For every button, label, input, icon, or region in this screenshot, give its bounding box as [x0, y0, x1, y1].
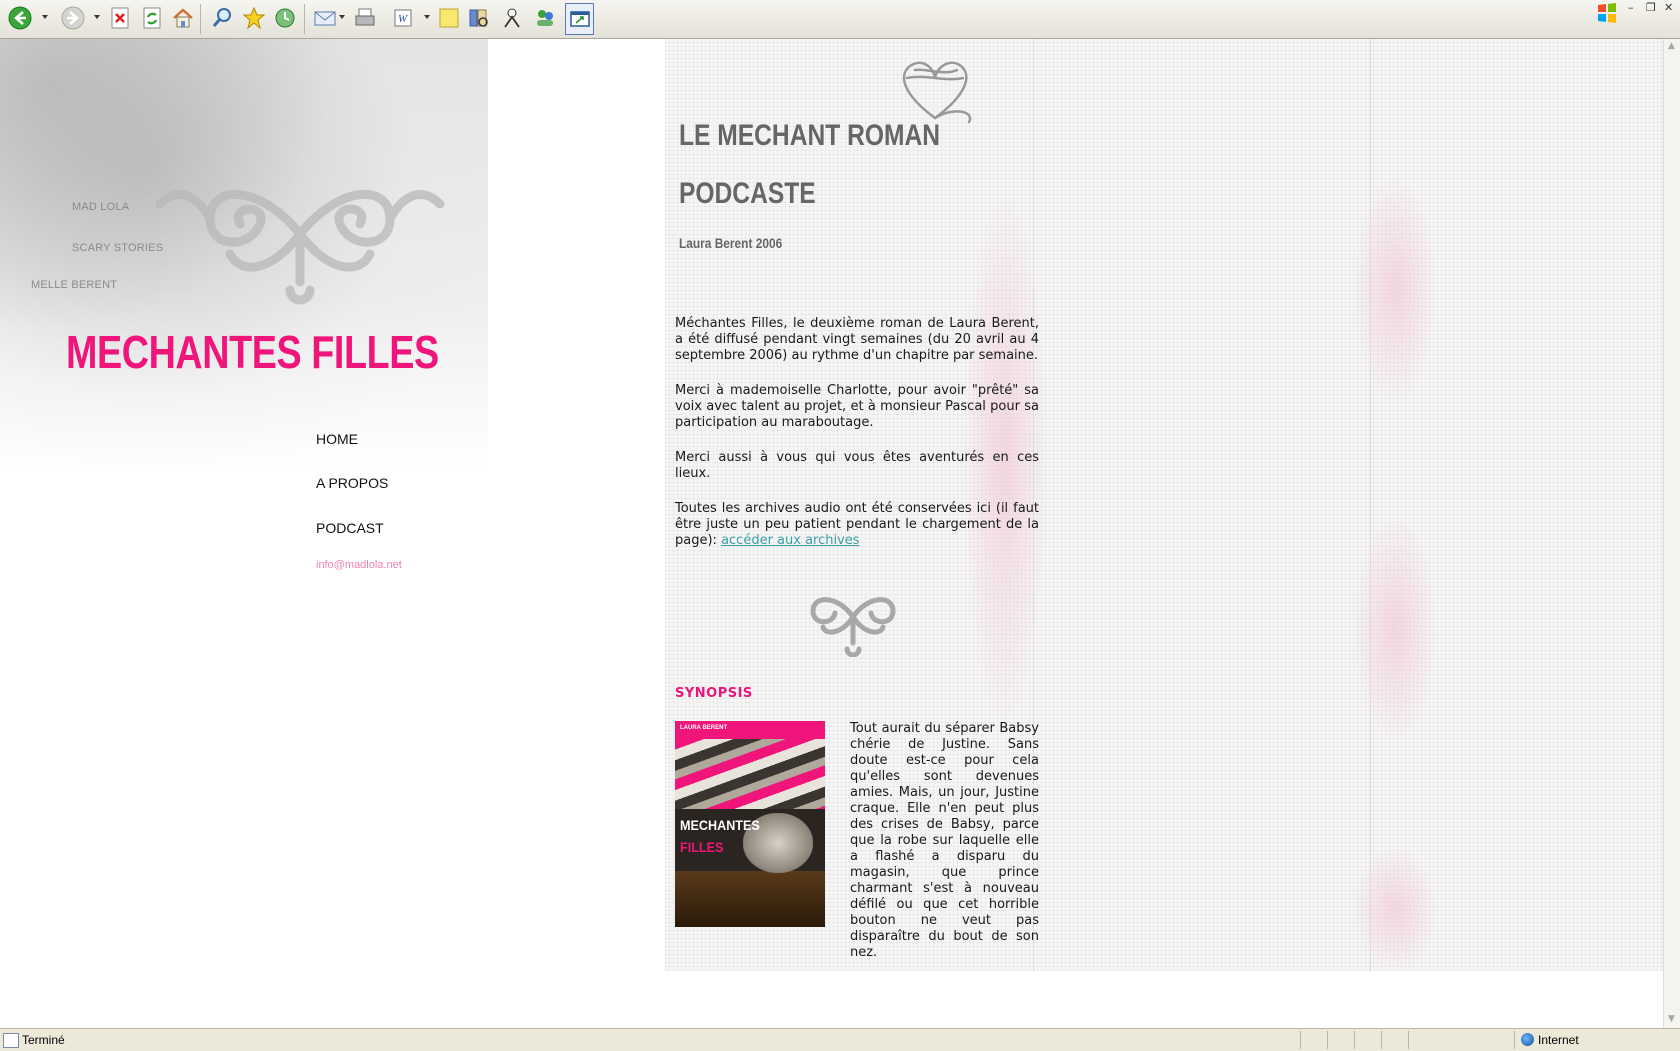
- headline-line2: PODCASTE: [679, 177, 816, 210]
- nav-a-propos[interactable]: A PROPOS: [316, 475, 388, 491]
- byline: Laura Berent 2006: [679, 235, 783, 251]
- contacts-icon[interactable]: [532, 5, 558, 31]
- restore-icon[interactable]: ❐: [1646, 1, 1656, 14]
- vertical-scrollbar[interactable]: ▲ ▼: [1663, 39, 1680, 1028]
- nav-podcast[interactable]: PODCAST: [316, 520, 384, 536]
- scroll-ornament-small-icon: [810, 597, 896, 657]
- paragraph-intro: Méchantes Filles, le deuxième roman de L…: [675, 316, 1039, 363]
- book-cover-image: LAURA BERENT MECHANTES FILLES: [675, 721, 825, 927]
- print-icon[interactable]: [352, 5, 378, 31]
- history-icon[interactable]: [272, 5, 298, 31]
- forward-dropdown-icon[interactable]: [94, 15, 100, 19]
- side-link-melle-berent[interactable]: MELLE BERENT: [31, 279, 117, 291]
- notes-icon[interactable]: [436, 5, 462, 31]
- synopsis-text: Tout aurait du séparer Babsy chérie de J…: [850, 721, 1039, 960]
- page-icon: [3, 1033, 19, 1048]
- paragraph-archives: Toutes les archives audio ont été conser…: [675, 501, 1039, 549]
- minimize-icon[interactable]: –: [1628, 1, 1634, 14]
- forward-icon[interactable]: [60, 5, 86, 31]
- edit-dropdown-icon[interactable]: [424, 15, 430, 19]
- mail-dropdown-icon[interactable]: [339, 15, 345, 19]
- refresh-icon[interactable]: [139, 5, 165, 31]
- research-icon[interactable]: [466, 5, 492, 31]
- side-link-mad-lola[interactable]: MAD LOLA: [72, 201, 129, 213]
- cover-author: LAURA BERENT: [680, 725, 728, 731]
- site-title: MECHANTES FILLES: [66, 326, 439, 378]
- scroll-up-icon[interactable]: ▲: [1668, 41, 1675, 51]
- security-zone-label: Internet: [1538, 1033, 1579, 1047]
- page-viewport: MAD LOLA SCARY STORIES MELLE BERENT MECH…: [0, 39, 1663, 1028]
- email-link[interactable]: info@madlola.net: [316, 559, 402, 571]
- scroll-down-icon[interactable]: ▼: [1668, 1014, 1675, 1024]
- back-icon[interactable]: [7, 5, 33, 31]
- mail-icon[interactable]: [312, 5, 338, 31]
- favorites-icon[interactable]: [241, 5, 267, 31]
- svg-text:W: W: [398, 13, 408, 25]
- internet-zone-icon: [1521, 1033, 1534, 1046]
- side-link-scary-stories[interactable]: SCARY STORIES: [72, 242, 163, 254]
- back-dropdown-icon[interactable]: [42, 15, 48, 19]
- windows-logo-icon: [1596, 2, 1618, 24]
- search-icon[interactable]: [209, 5, 235, 31]
- close-icon[interactable]: ✕: [1664, 1, 1673, 14]
- paragraph-thanks: Merci à mademoiselle Charlotte, pour avo…: [675, 383, 1039, 430]
- browser-toolbar: W – ❐ ✕: [0, 0, 1680, 39]
- stop-icon[interactable]: [107, 5, 133, 31]
- synopsis-heading: SYNOPSIS: [675, 686, 753, 701]
- nav-home[interactable]: HOME: [316, 431, 358, 447]
- fullscreen-icon[interactable]: [565, 3, 594, 35]
- messenger-icon[interactable]: [499, 5, 525, 31]
- status-bar: Terminé Internet: [0, 1028, 1680, 1051]
- headline-line1: LE MECHANT ROMAN: [679, 119, 941, 152]
- paragraph-thanks-visitors: Merci aussi à vous qui vous êtes aventur…: [675, 450, 1039, 481]
- home-icon[interactable]: [170, 5, 196, 31]
- heart-ornament-icon: [902, 61, 972, 124]
- cover-title: MECHANTES: [680, 817, 760, 833]
- edit-icon[interactable]: W: [390, 5, 416, 31]
- scroll-ornament-icon: [155, 189, 445, 305]
- status-text: Terminé: [22, 1033, 65, 1047]
- archives-link[interactable]: accéder aux archives: [721, 533, 860, 548]
- cover-subtitle: FILLES: [680, 839, 724, 855]
